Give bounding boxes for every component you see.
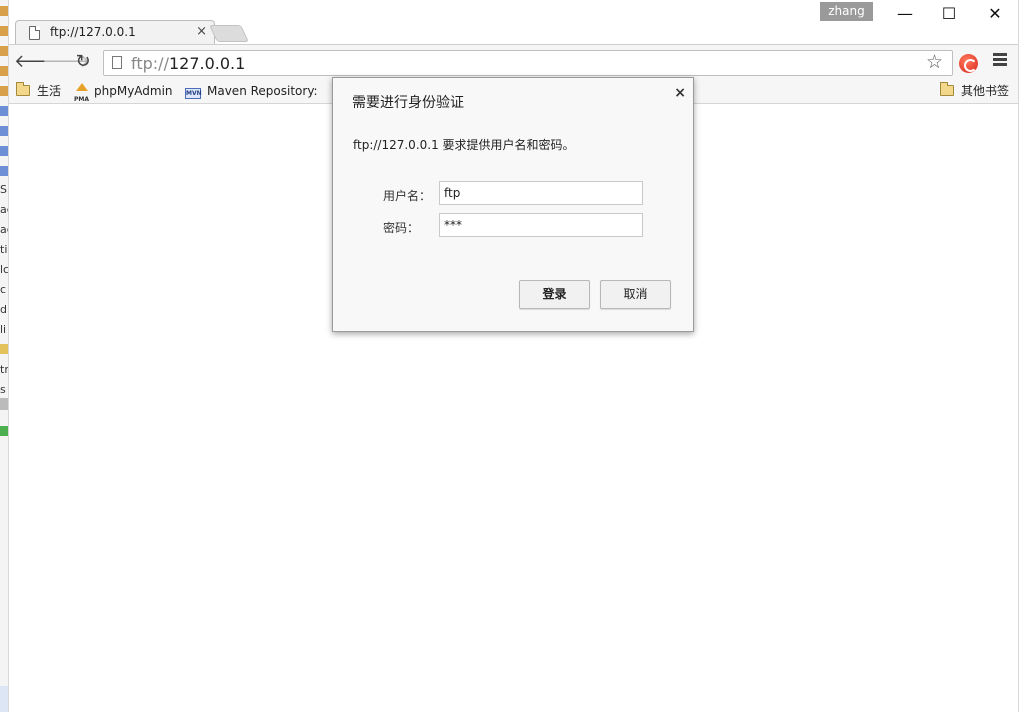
- back-button[interactable]: 🡐: [14, 51, 62, 73]
- background-text-fragment: d: [0, 303, 7, 316]
- background-file-icon: [0, 106, 8, 116]
- dialog-title: 需要进行身份验证: [352, 95, 464, 111]
- background-text-fragment: tr: [0, 363, 9, 376]
- tab-ftp[interactable]: ftp://127.0.0.1 ×: [15, 20, 215, 45]
- cancel-button[interactable]: 取消: [600, 280, 671, 309]
- bookmark-folder-life[interactable]: 生活: [16, 82, 61, 101]
- background-text-fragment: lc: [0, 263, 9, 276]
- close-window-button[interactable]: ✕: [981, 4, 1009, 24]
- background-file-icon: [0, 46, 8, 56]
- background-file-icon: [0, 426, 8, 436]
- background-text-fragment: c: [0, 283, 7, 296]
- url-text[interactable]: ftp://127.0.0.1: [131, 54, 245, 73]
- background-text-fragment: ac: [0, 203, 8, 216]
- folder-icon: [16, 82, 30, 96]
- bookmark-label: 生活: [37, 84, 62, 98]
- login-button[interactable]: 登录: [519, 280, 590, 309]
- password-field[interactable]: ***: [439, 213, 643, 237]
- bookmark-phpmyadmin[interactable]: phpMyAdmin: [74, 82, 173, 109]
- background-file-icon: [0, 344, 8, 354]
- background-panel: [0, 686, 8, 712]
- background-text-fragment: S: [0, 183, 7, 196]
- bookmark-other-folder[interactable]: 其他书签: [940, 82, 1009, 101]
- page-icon: [29, 26, 40, 40]
- background-file-icon: [0, 166, 8, 176]
- password-label: 密码：: [383, 221, 420, 235]
- auth-dialog: 需要进行身份验证 × ftp://127.0.0.1 要求提供用户名和密码。 用…: [332, 77, 694, 332]
- background-file-icon: [0, 6, 8, 16]
- background-text-fragment: ac: [0, 223, 8, 236]
- background-text-fragment: ti: [0, 243, 8, 256]
- new-tab-button[interactable]: [209, 25, 249, 42]
- dialog-close-icon[interactable]: ×: [674, 85, 686, 101]
- url-scheme: ftp://: [131, 54, 169, 73]
- title-bar: ftp://127.0.0.1 × zhang — ☐ ✕: [9, 0, 1018, 45]
- phpmyadmin-icon: [74, 83, 90, 109]
- username-field[interactable]: ftp: [439, 181, 643, 205]
- background-file-icon: [0, 86, 8, 96]
- minimize-button[interactable]: —: [891, 4, 919, 24]
- page-icon: [112, 56, 122, 69]
- right-window-edge: [1018, 0, 1026, 712]
- background-text-fragment: s: [0, 383, 6, 396]
- username-label: 用户名：: [383, 189, 432, 203]
- background-file-icon: [0, 146, 8, 156]
- bookmark-label: phpMyAdmin: [94, 84, 173, 98]
- tab-title: ftp://127.0.0.1: [50, 25, 136, 39]
- tab-close-icon[interactable]: ×: [196, 24, 207, 39]
- bookmark-maven-repository[interactable]: MVN Maven Repository: S: [185, 82, 321, 101]
- address-bar[interactable]: ftp://127.0.0.1: [103, 50, 953, 76]
- background-file-icon: [0, 66, 8, 76]
- forward-button[interactable]: 🡒: [42, 51, 90, 73]
- maximize-button[interactable]: ☐: [935, 4, 963, 24]
- background-file-icon: [0, 126, 8, 136]
- profile-badge[interactable]: zhang: [820, 2, 873, 21]
- extension-icon[interactable]: [959, 54, 978, 73]
- background-file-icon: [0, 26, 8, 36]
- maven-icon: MVN: [185, 88, 202, 99]
- background-text-fragment: li: [0, 323, 7, 336]
- url-host: 127.0.0.1: [168, 54, 246, 73]
- bookmark-label: Maven Repository: S: [207, 84, 321, 98]
- background-window-strip: S ac ac ti lc c d li tr s: [0, 0, 9, 712]
- folder-icon: [940, 82, 954, 96]
- navigation-toolbar: 🡐 🡒 ↻ ftp://127.0.0.1 ☆: [9, 44, 1018, 79]
- menu-icon[interactable]: [993, 53, 1007, 67]
- dialog-message: ftp://127.0.0.1 要求提供用户名和密码。: [353, 138, 575, 152]
- bookmark-label: 其他书签: [961, 84, 1010, 98]
- star-icon[interactable]: ☆: [926, 51, 943, 73]
- reload-button[interactable]: ↻: [71, 51, 95, 73]
- background-scroll-marker: [0, 398, 8, 410]
